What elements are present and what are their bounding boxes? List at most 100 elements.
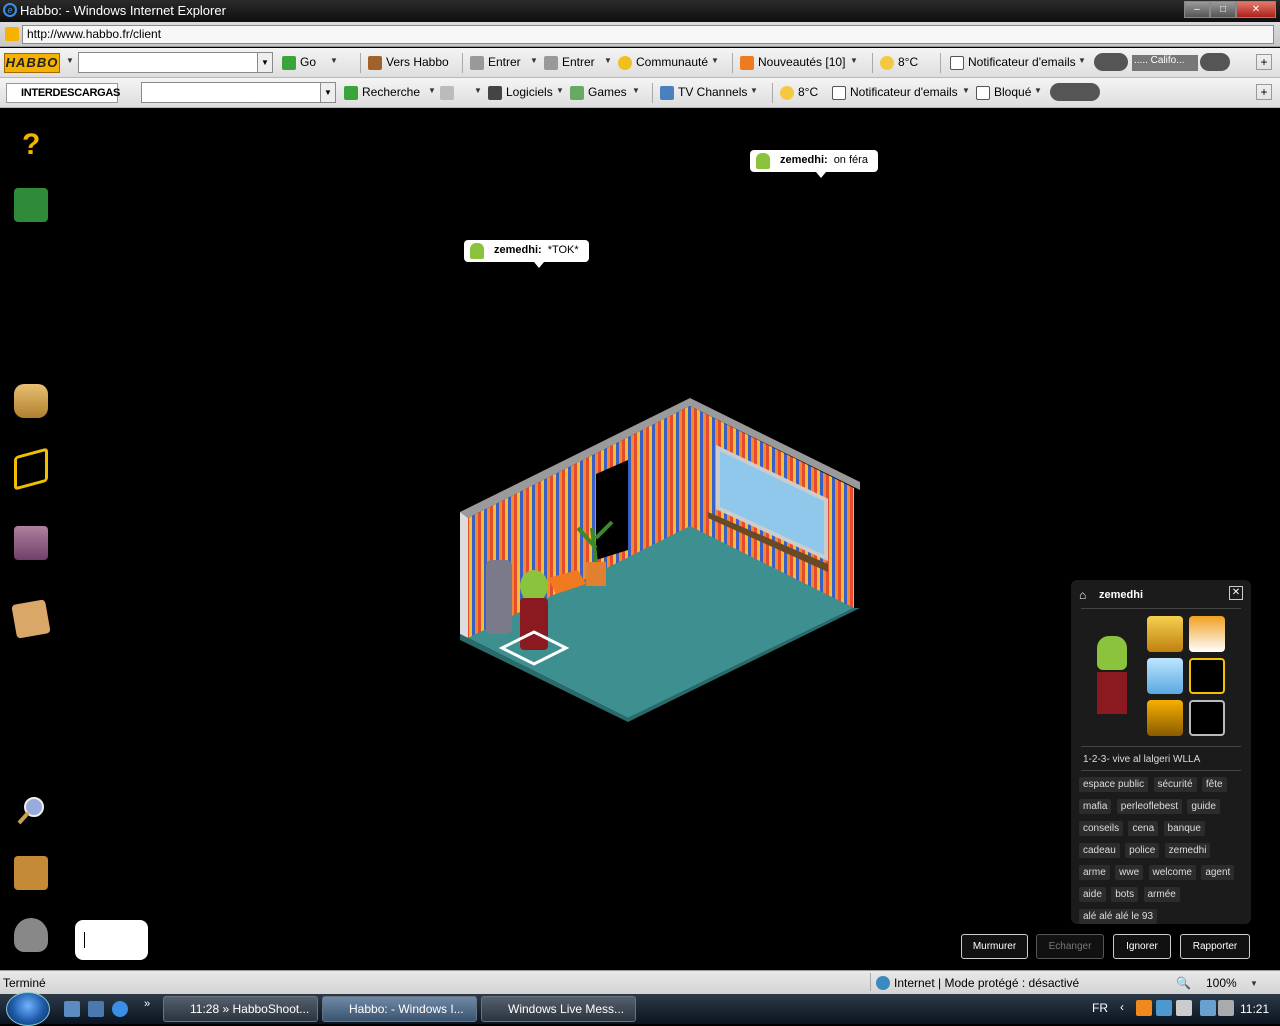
tv-channels-button[interactable]: TV Channels (660, 85, 747, 100)
search2-dropdown-button[interactable]: ▼ (320, 82, 336, 103)
tag[interactable]: perleoflebest (1116, 799, 1183, 814)
chevron-down-icon[interactable]: ▼ (330, 56, 338, 65)
minimize-button[interactable]: – (1184, 1, 1210, 18)
tag[interactable]: sécurité (1153, 777, 1197, 792)
nouveautes-button[interactable]: Nouveautés [10] (740, 55, 845, 70)
room-icon[interactable] (14, 856, 48, 890)
ie-quicklaunch-icon[interactable] (112, 1001, 128, 1017)
search-icon[interactable] (14, 794, 48, 828)
chevron-down-icon[interactable]: ▼ (474, 86, 482, 95)
weather-widget[interactable]: 8°C (880, 55, 918, 70)
vers-habbo-button[interactable]: Vers Habbo (368, 55, 449, 70)
whisper-button[interactable]: Murmurer (961, 934, 1028, 959)
ignore-button[interactable]: Ignorer (1113, 934, 1171, 959)
popup-blocker-button[interactable]: Bloqué (976, 85, 1031, 100)
radio-controls[interactable] (1094, 53, 1128, 71)
toolbar-search-input[interactable] (78, 52, 258, 73)
interdescargas-logo[interactable]: INTERDESCARGAS (6, 83, 120, 103)
tag[interactable]: agent (1201, 865, 1235, 880)
home-icon[interactable]: ⌂ (1079, 589, 1091, 601)
network-icon[interactable] (1200, 1000, 1216, 1016)
tag[interactable]: guide (1187, 799, 1220, 814)
tag[interactable]: arme (1079, 865, 1110, 880)
tray-messenger-icon[interactable] (1156, 1000, 1172, 1016)
chat-input[interactable] (75, 920, 148, 960)
chevron-down-icon[interactable]: ▼ (750, 86, 758, 95)
tag[interactable]: bots (1111, 887, 1139, 902)
logiciels-button[interactable]: Logiciels (488, 85, 553, 100)
tag[interactable]: banque (1163, 821, 1205, 836)
habbo-logo[interactable]: HABBO (4, 53, 60, 73)
email-notifier-button-2[interactable]: Notificateur d'emails (832, 85, 958, 100)
plant-pot[interactable] (586, 562, 606, 586)
tray-expand-icon[interactable]: ‹ (1120, 1000, 1124, 1014)
tag[interactable]: armée (1143, 887, 1180, 902)
task-live-messenger[interactable]: Windows Live Mess... (481, 996, 636, 1022)
recherche-button[interactable]: Recherche (344, 85, 420, 100)
tag[interactable]: welcome (1148, 865, 1196, 880)
search-dropdown-button[interactable]: ▼ (257, 52, 273, 73)
user-name[interactable]: zemedhi (1099, 589, 1143, 601)
entrer-button-2[interactable]: Entrer (544, 55, 595, 70)
tag[interactable]: mafia (1079, 799, 1112, 814)
tag[interactable]: wwe (1115, 865, 1144, 880)
tray-device-icon[interactable] (1176, 1000, 1192, 1016)
clock[interactable]: 11:21 (1240, 1002, 1269, 1016)
tag[interactable]: conseils (1079, 821, 1124, 836)
tag[interactable]: cena (1128, 821, 1159, 836)
chevron-down-icon[interactable]: ▼ (1034, 86, 1042, 95)
chevron-down-icon[interactable]: ▼ (604, 56, 612, 65)
quicklaunch-more[interactable]: » (144, 998, 150, 1010)
avatar-icon[interactable] (14, 918, 48, 952)
catalogue-icon[interactable] (14, 384, 48, 418)
tag[interactable]: cadeau (1079, 843, 1120, 858)
hand-inventory-icon[interactable] (11, 599, 51, 639)
tag[interactable]: zemedhi (1164, 843, 1211, 858)
chevron-down-icon[interactable]: ▼ (556, 86, 564, 95)
email-notifier-button[interactable]: Notificateur d'emails (950, 55, 1076, 70)
tag[interactable]: fête (1201, 777, 1227, 792)
media-controls[interactable] (1050, 83, 1100, 101)
highlight-button[interactable] (440, 85, 458, 100)
chevron-down-icon[interactable]: ▼ (1250, 979, 1258, 988)
chevron-down-icon[interactable]: ▼ (850, 56, 858, 65)
avatar-zemedhi-body[interactable] (520, 598, 548, 650)
chevron-down-icon[interactable]: ▼ (66, 56, 74, 65)
radio-station-display[interactable]: ..... Califo... (1132, 55, 1198, 71)
add-toolbar-button-2[interactable]: + (1256, 84, 1272, 100)
chevron-down-icon[interactable]: ▼ (1078, 56, 1086, 65)
tag[interactable]: aide (1079, 887, 1106, 902)
avatar-masked[interactable] (486, 560, 512, 634)
tag[interactable]: police (1125, 843, 1160, 858)
chevron-down-icon[interactable]: ▼ (711, 56, 719, 65)
task-habbo-ie[interactable]: Habbo: - Windows I... (322, 996, 477, 1022)
url-field[interactable]: http://www.habbo.fr/client (22, 25, 1274, 44)
door-opening[interactable] (596, 460, 628, 560)
language-indicator[interactable]: FR (1092, 1001, 1108, 1015)
switch-windows-icon[interactable] (88, 1001, 104, 1017)
navigator-icon[interactable] (14, 447, 48, 491)
chevron-down-icon[interactable]: ▼ (428, 86, 436, 95)
avatar-zemedhi-head[interactable] (520, 570, 548, 602)
show-desktop-icon[interactable] (64, 1001, 80, 1017)
security-zone[interactable]: Internet | Mode protégé : désactivé (894, 976, 1079, 990)
help-icon[interactable]: ? (14, 126, 48, 161)
chevron-down-icon[interactable]: ▼ (530, 56, 538, 65)
volume-icon[interactable] (1218, 1000, 1234, 1016)
exit-door-icon[interactable] (14, 188, 48, 222)
go-button[interactable]: Go (282, 55, 316, 70)
tag[interactable]: alé alé alé le 93 (1079, 909, 1158, 924)
toolbar2-search-input[interactable] (141, 82, 321, 103)
maximize-button[interactable]: □ (1210, 1, 1236, 18)
add-toolbar-button[interactable]: + (1256, 54, 1272, 70)
chevron-down-icon[interactable]: ▼ (962, 86, 970, 95)
zoom-level[interactable]: 100% (1206, 976, 1237, 990)
entrer-button-1[interactable]: Entrer (470, 55, 521, 70)
communaute-button[interactable]: Communauté (618, 55, 708, 70)
purse-icon[interactable] (14, 526, 48, 560)
volume-controls[interactable] (1200, 53, 1230, 71)
trade-button[interactable]: Echanger (1036, 934, 1104, 959)
weather-widget-2[interactable]: 8°C (780, 85, 818, 100)
start-button[interactable] (6, 992, 50, 1026)
report-button[interactable]: Rapporter (1180, 934, 1250, 959)
